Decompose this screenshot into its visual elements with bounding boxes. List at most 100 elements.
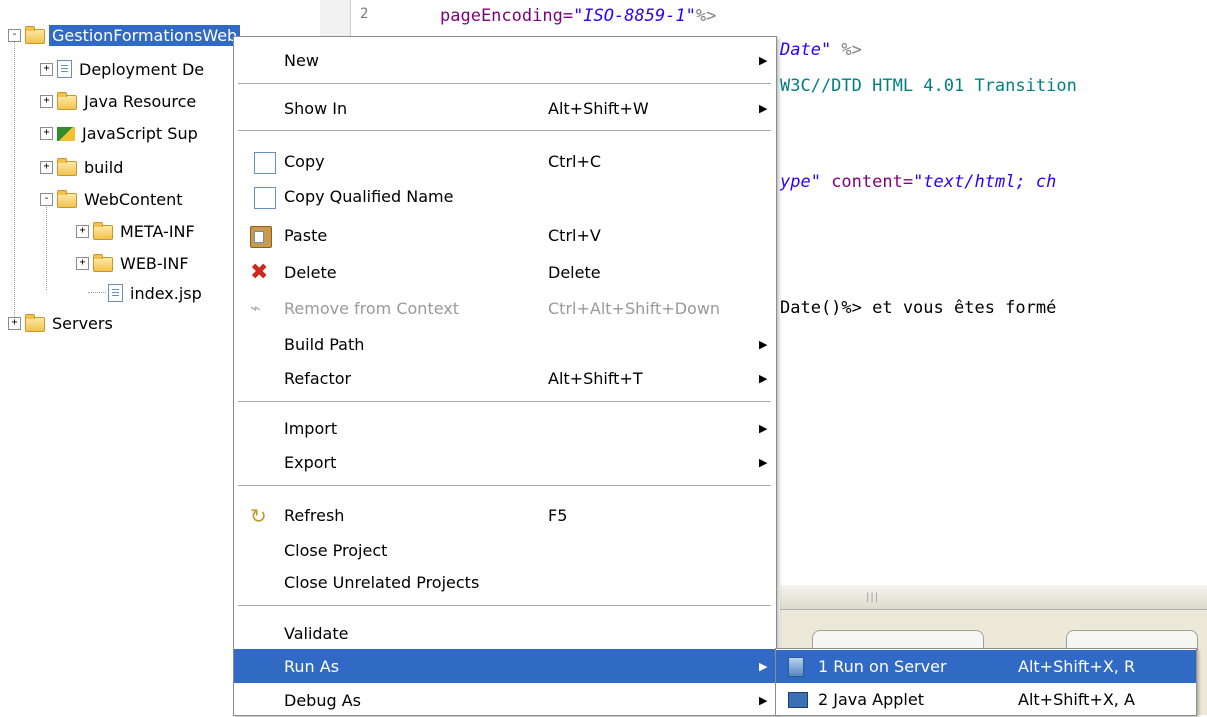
code-text: Date()%> et vous êtes formé [780,298,1057,318]
submenu-item-label: 2 Java Applet [818,690,924,709]
code-string: Date" [780,40,832,60]
menu-item-build-path[interactable]: Build Path ▶ [234,327,776,361]
menu-item-shortcut: Ctrl+V [548,225,601,245]
tree-item-label: Servers [52,313,113,333]
java-applet-icon [788,692,808,708]
menu-item-close-unrelated-projects[interactable]: Close Unrelated Projects [234,565,776,599]
menu-separator [238,401,771,402]
tree-item-deployment[interactable]: + Deployment De [40,56,207,82]
tree-guide-line [88,292,106,293]
menu-item-label: Paste [284,225,328,245]
run-as-submenu: 1 Run on Server Alt+Shift+X, R 2 Java Ap… [775,648,1197,716]
expand-icon[interactable]: + [40,126,53,140]
menu-item-label: Close Project [284,540,388,560]
code-line: ype" content="text/html; ch [780,172,1056,192]
menu-item-label: Remove from Context [284,298,460,318]
tree-item-webcontent[interactable]: - WebContent [40,186,186,212]
expand-icon[interactable]: + [40,94,53,108]
jsp-file-icon [108,284,123,302]
menu-item-label: New [284,50,319,70]
code-line: Date()%> et vous êtes formé [780,298,1056,318]
submenu-item-run-on-server[interactable]: 1 Run on Server Alt+Shift+X, R [776,650,1196,683]
tree-item-build[interactable]: + build [40,154,126,180]
menu-item-shortcut: Alt+Shift+W [548,98,649,118]
folder-icon [57,158,77,176]
menu-item-copy[interactable]: Copy Ctrl+C [234,144,776,178]
javascript-library-icon [57,127,75,141]
server-run-icon [788,657,804,677]
code-line: pageEncoding="ISO-8859-1"%> [440,6,716,26]
code-string: ype" [780,172,821,192]
tree-item-meta-inf[interactable]: + META-INF [76,218,198,244]
menu-item-shortcut: Delete [548,262,601,282]
tree-item-javascript-support[interactable]: + JavaScript Sup [40,120,201,146]
submenu-arrow-icon: ▶ [759,371,768,385]
code-text: W3C//DTD HTML 4.01 Transition [780,76,1077,96]
menu-item-new[interactable]: New ▶ [234,43,776,77]
horizontal-scrollbar[interactable]: ||| [780,585,1207,610]
code-string: "text/html; ch [913,172,1057,192]
submenu-item-label: 1 Run on Server [818,657,947,676]
menu-item-validate[interactable]: Validate [234,616,776,650]
menu-item-shortcut: F5 [548,505,568,525]
remove-from-context-icon: ⌁ [250,298,261,319]
expand-icon[interactable]: + [76,256,89,270]
menu-item-export[interactable]: Export ▶ [234,445,776,479]
tree-item-index-jsp[interactable]: index.jsp [108,280,205,306]
copy-qualified-name-icon [249,185,276,209]
menu-item-copy-qualified-name[interactable]: Copy Qualified Name [234,179,776,213]
menu-item-label: Copy Qualified Name [284,186,454,206]
menu-item-shortcut: Alt+Shift+T [548,368,643,388]
code-line: W3C//DTD HTML 4.01 Transition [780,76,1077,96]
menu-item-shortcut: Ctrl+Alt+Shift+Down [548,298,721,318]
submenu-arrow-icon: ▶ [759,455,768,469]
folder-icon [93,254,113,272]
tree-item-label: build [84,157,124,177]
refresh-icon: ↻ [250,504,267,528]
menu-item-label: Refactor [284,368,352,388]
tree-item-project[interactable]: - GestionFormationsWeb [8,22,241,48]
menu-item-label: Validate [284,623,349,643]
collapse-icon[interactable]: - [40,192,53,206]
menu-separator [238,485,771,486]
collapse-icon[interactable]: - [8,28,21,42]
tree-item-servers[interactable]: + Servers [8,310,116,336]
menu-item-label: Close Unrelated Projects [284,572,480,592]
menu-item-label: Copy [284,151,325,171]
menu-item-run-as[interactable]: Run As ▶ [234,649,776,683]
menu-item-label: Delete [284,262,337,282]
submenu-arrow-icon: ▶ [759,659,768,673]
menu-item-delete[interactable]: ✖ Delete Delete [234,255,776,289]
expand-icon[interactable]: + [40,62,53,76]
tree-item-java-resources[interactable]: + Java Resource [40,88,199,114]
menu-item-debug-as[interactable]: Debug As ▶ [234,683,776,717]
scroll-grip-icon: ||| [866,592,880,603]
tree-item-web-inf[interactable]: + WEB-INF [76,250,192,276]
menu-separator [238,605,771,606]
context-menu: New ▶ Show In Alt+Shift+W ▶ Copy Ctrl+C … [233,36,777,716]
expand-icon[interactable]: + [8,316,21,330]
expand-icon[interactable]: + [40,160,53,174]
menu-item-refactor[interactable]: Refactor Alt+Shift+T ▶ [234,361,776,395]
menu-item-label: Debug As [284,690,361,710]
menu-item-refresh[interactable]: ↻ Refresh F5 [234,498,776,532]
tree-guide-line [46,200,47,290]
menu-item-paste[interactable]: Paste Ctrl+V [234,218,776,252]
submenu-item-shortcut: Alt+Shift+X, R [1018,657,1136,676]
menu-separator [238,83,771,84]
code-tag: %> [695,6,717,26]
menu-item-label: Show In [284,98,348,118]
code-attr: content= [820,172,914,192]
folder-icon [25,314,45,332]
java-resources-icon [57,92,77,110]
code-attr: pageEncoding= [440,6,574,26]
code-line: Date" %> [780,40,862,60]
expand-icon[interactable]: + [76,224,89,238]
menu-item-show-in[interactable]: Show In Alt+Shift+W ▶ [234,91,776,125]
menu-item-import[interactable]: Import ▶ [234,411,776,445]
tree-item-label: GestionFormationsWeb [49,24,241,46]
submenu-item-java-applet[interactable]: 2 Java Applet Alt+Shift+X, A [776,683,1196,716]
menu-item-close-project[interactable]: Close Project [234,533,776,567]
code-string: "ISO-8859-1" [573,6,696,26]
menu-item-label: Run As [284,656,340,676]
